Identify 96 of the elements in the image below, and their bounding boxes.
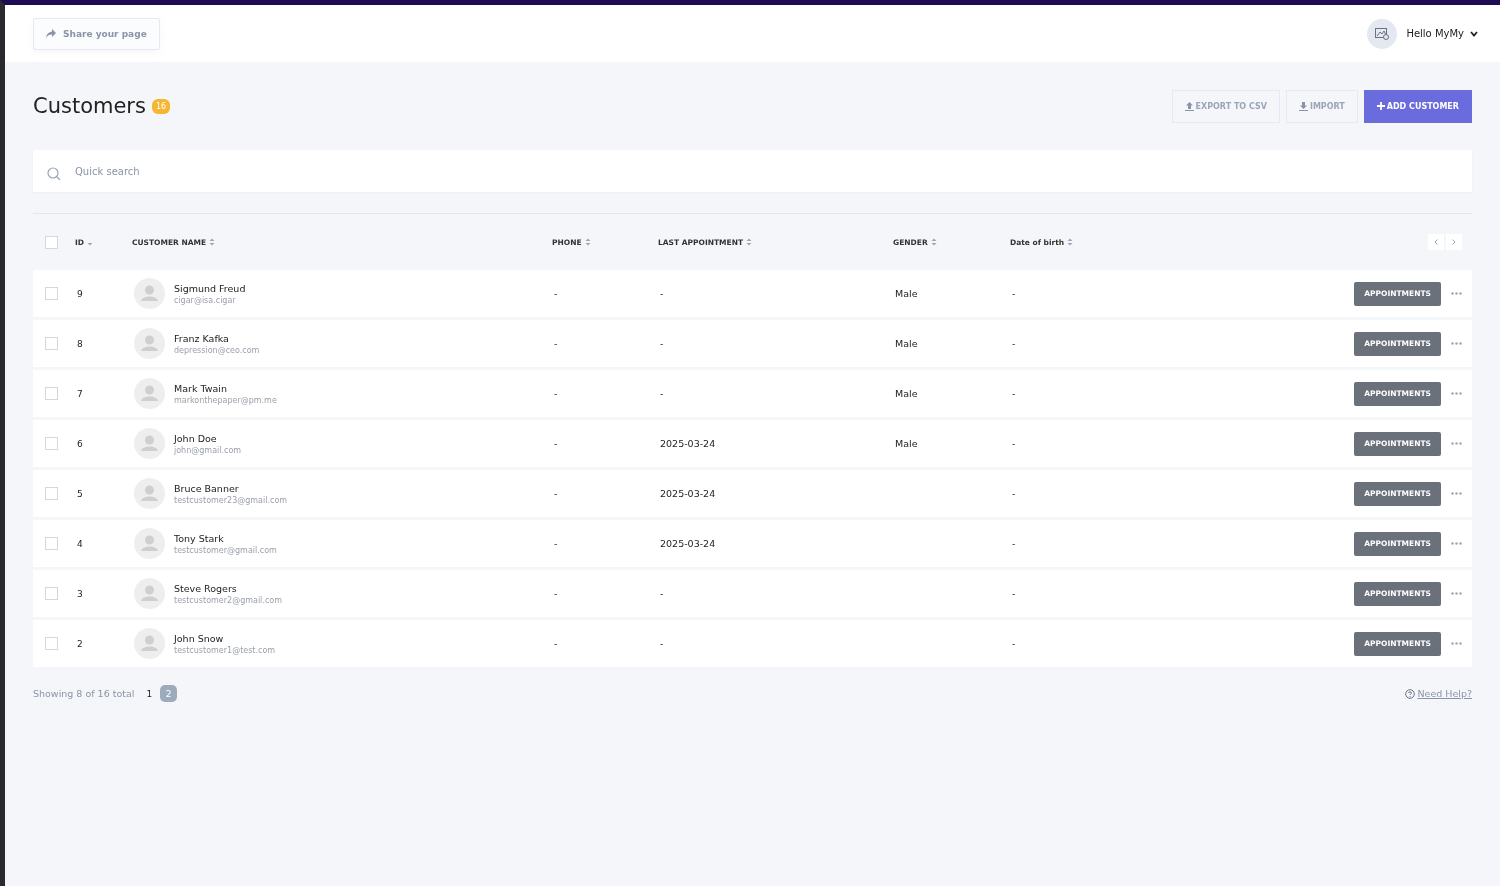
customer-email: cigar@isa.cigar xyxy=(174,295,237,305)
customer-name[interactable]: Franz Kafka xyxy=(174,332,260,344)
row-checkbox[interactable] xyxy=(45,437,58,450)
table-cell-text: 2025-03-24 xyxy=(659,538,716,549)
more-icon[interactable] xyxy=(1451,292,1462,295)
table-cell-text: - xyxy=(553,388,558,399)
table-cell-text: - xyxy=(553,338,558,349)
table-cell-text: - xyxy=(1011,288,1016,299)
row-checkbox[interactable] xyxy=(45,637,58,650)
table-cell-text: - xyxy=(1011,338,1016,349)
table-cell-text: - xyxy=(659,638,664,649)
customer-name[interactable]: Tony Stark xyxy=(174,532,277,544)
table-cell-text: 7 xyxy=(76,388,84,399)
table-cell-text: - xyxy=(1011,638,1016,649)
customer-email: john@gmail.com xyxy=(174,445,242,455)
table-cell-text: - xyxy=(553,288,558,299)
download-icon xyxy=(1298,101,1308,111)
more-icon[interactable] xyxy=(1451,592,1462,595)
scroll-left-button[interactable] xyxy=(1428,234,1444,250)
chevron-right-icon xyxy=(1452,239,1456,245)
row-checkbox[interactable] xyxy=(45,337,58,350)
table-cell-text: 6 xyxy=(76,438,84,449)
table-cell-text: - xyxy=(553,488,558,499)
customer-name[interactable]: John Snow xyxy=(174,632,276,644)
table-cell-text: 2025-03-24 xyxy=(659,488,716,499)
table-cell-text: Male xyxy=(894,338,918,349)
avatar-icon xyxy=(134,328,165,359)
chevron-down-icon xyxy=(1470,30,1478,37)
table-cell-text: - xyxy=(1011,438,1016,449)
table-cell-text: 4 xyxy=(76,538,84,549)
table-cell-text: 5 xyxy=(76,488,84,499)
row-checkbox[interactable] xyxy=(45,487,58,500)
upload-icon xyxy=(1184,101,1194,111)
row-checkbox[interactable] xyxy=(45,287,58,300)
results-summary: Showing 8 of 16 total xyxy=(33,688,135,699)
select-all-checkbox[interactable] xyxy=(45,235,58,249)
more-icon[interactable] xyxy=(1451,342,1462,345)
avatar-icon xyxy=(134,378,165,409)
table-cell-text: 3 xyxy=(76,588,84,599)
customer-name[interactable]: John Doe xyxy=(174,432,242,444)
more-icon[interactable] xyxy=(1451,542,1462,545)
table-cell-text: - xyxy=(659,588,664,599)
table-cell-text: - xyxy=(1011,488,1016,499)
avatar-icon xyxy=(134,628,165,659)
search-icon xyxy=(47,167,61,181)
avatar-icon xyxy=(134,278,165,309)
table-cell-text: - xyxy=(553,438,558,449)
customer-email: testcustomer@gmail.com xyxy=(174,545,277,555)
scroll-right-button[interactable] xyxy=(1446,234,1462,250)
table-cell-text: - xyxy=(659,288,664,299)
page-title: Customers xyxy=(33,94,146,118)
table-cell-text: - xyxy=(659,338,664,349)
row-checkbox[interactable] xyxy=(45,537,58,550)
table-cell-text: - xyxy=(553,538,558,549)
table-cell-text: 9 xyxy=(76,288,84,299)
chevron-left-icon xyxy=(1434,239,1438,245)
help-icon xyxy=(1405,688,1416,699)
user-avatar[interactable] xyxy=(1367,18,1398,49)
customer-email: testcustomer23@gmail.com xyxy=(174,495,288,505)
table-cell-text: - xyxy=(659,388,664,399)
avatar-icon xyxy=(134,428,165,459)
table-cell-text: 2 xyxy=(76,638,84,649)
table-cell-text: - xyxy=(553,638,558,649)
share-icon xyxy=(46,29,56,38)
more-icon[interactable] xyxy=(1451,492,1462,495)
customer-name[interactable]: Bruce Banner xyxy=(174,482,288,494)
avatar-icon xyxy=(134,528,165,559)
customer-email: testcustomer1@test.com xyxy=(174,645,276,655)
more-icon[interactable] xyxy=(1451,442,1462,445)
customer-email: markonthepaper@pm.me xyxy=(174,395,277,405)
plus-icon xyxy=(1376,102,1385,110)
table-cell-text: - xyxy=(553,588,558,599)
table-cell-text: Male xyxy=(894,288,918,299)
avatar-icon xyxy=(134,478,165,509)
user-menu[interactable]: Hello MyMy xyxy=(1406,28,1478,39)
row-checkbox[interactable] xyxy=(45,587,58,600)
table-cell-text: Male xyxy=(894,438,918,449)
row-checkbox[interactable] xyxy=(45,387,58,400)
table-cell-text: - xyxy=(1011,588,1016,599)
customer-name[interactable]: Sigmund Freud xyxy=(174,282,246,294)
table-cell-text: 2025-03-24 xyxy=(659,438,716,449)
more-icon[interactable] xyxy=(1451,392,1462,395)
add-customer-button[interactable]: ADD CUSTOMER xyxy=(1363,89,1472,123)
table-cell-text: - xyxy=(1011,538,1016,549)
customer-email: testcustomer2@gmail.com xyxy=(174,595,282,605)
customer-name[interactable]: Steve Rogers xyxy=(174,582,282,594)
page-button[interactable]: 1 xyxy=(146,685,153,702)
table-cell-text: - xyxy=(1011,388,1016,399)
avatar-icon xyxy=(134,578,165,609)
more-icon[interactable] xyxy=(1451,642,1462,645)
count-badge: 16 xyxy=(151,98,171,114)
customer-name[interactable]: Mark Twain xyxy=(174,382,277,394)
image-icon xyxy=(1375,27,1390,40)
table-cell-text: 8 xyxy=(76,338,84,349)
customer-email: depression@ceo.com xyxy=(174,345,260,355)
table-cell-text: Male xyxy=(894,388,918,399)
